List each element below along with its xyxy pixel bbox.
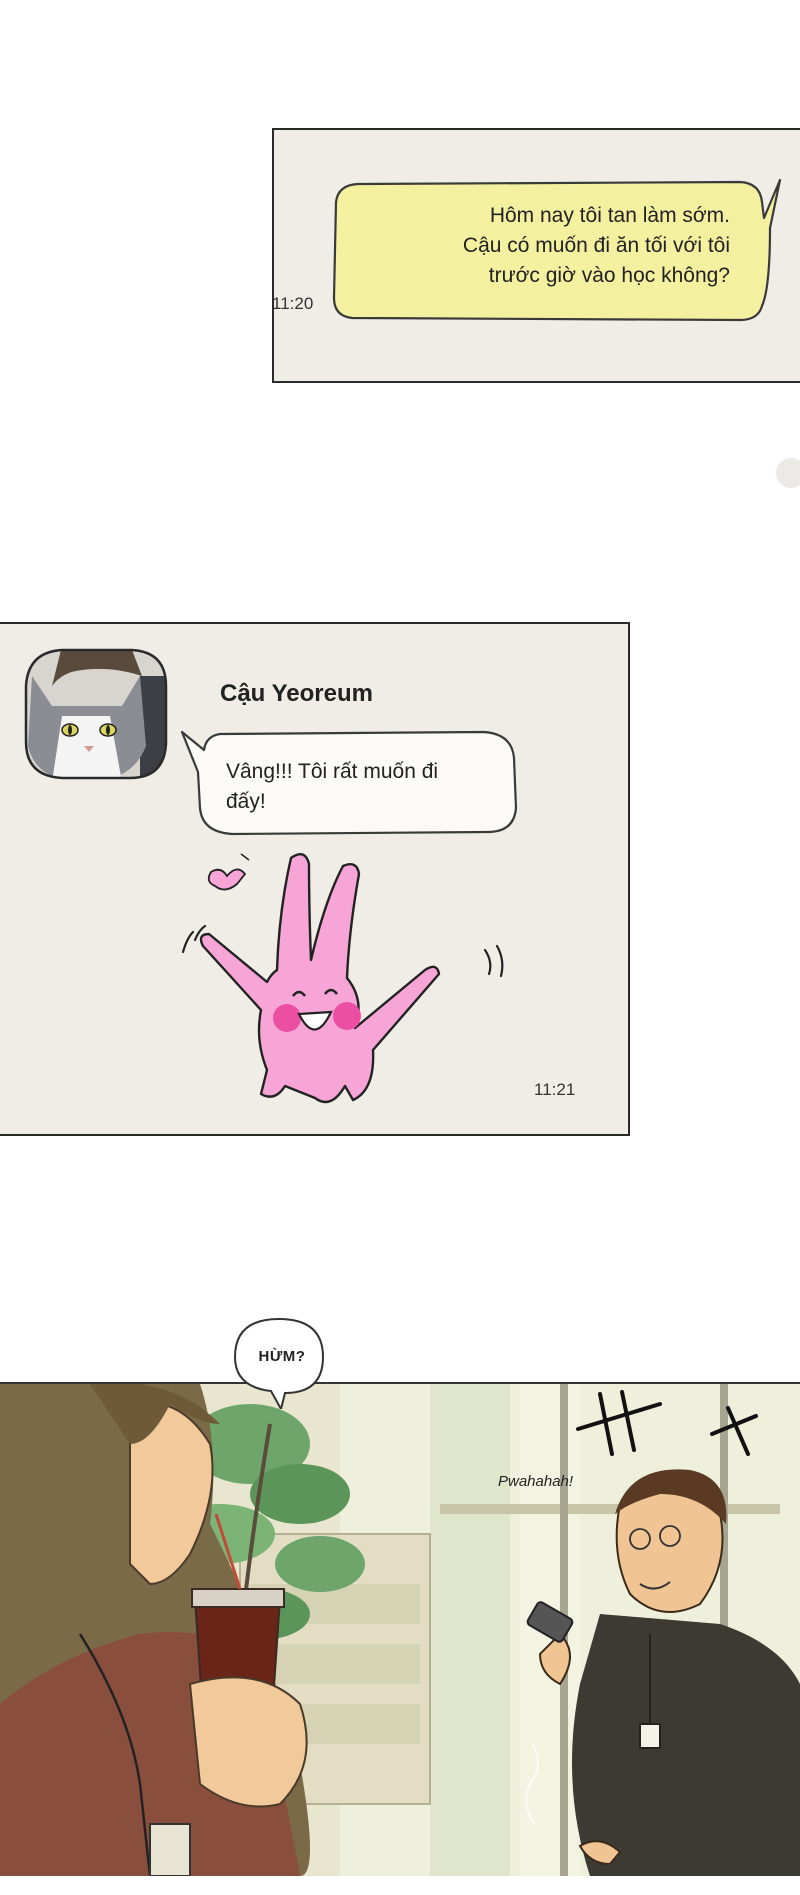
message-line: trước giờ vào học không? <box>488 264 730 287</box>
message-line: Hôm nay tôi tan làm sớm. <box>489 204 730 227</box>
sfx-hmm-text: HỪM? <box>258 1348 306 1365</box>
message-line: Vâng!!! Tôi rất muốn đi <box>226 760 439 783</box>
office-scene-illustration <box>0 1384 800 1876</box>
sfx-laugh-text: Pwahahah! <box>498 1473 574 1490</box>
cat-avatar-icon[interactable] <box>22 646 170 782</box>
decorative-dot <box>776 458 800 488</box>
message-line: Cậu có muốn đi ăn tối với tôi <box>462 234 730 257</box>
message-line: đấy! <box>226 790 266 813</box>
incoming-message-text: Vâng!!! Tôi rất muốn đi đấy! <box>226 757 526 817</box>
pink-bunny-sticker-icon <box>181 852 504 1104</box>
sender-name: Cậu Yeoreum <box>220 680 373 707</box>
message-timestamp: 11:21 <box>534 1080 576 1099</box>
comic-scene-panel <box>0 1382 800 1876</box>
message-timestamp: 11:20 <box>272 294 314 313</box>
outgoing-message-text: Hôm nay tôi tan làm sớm. Cậu có muốn đi … <box>360 201 730 291</box>
